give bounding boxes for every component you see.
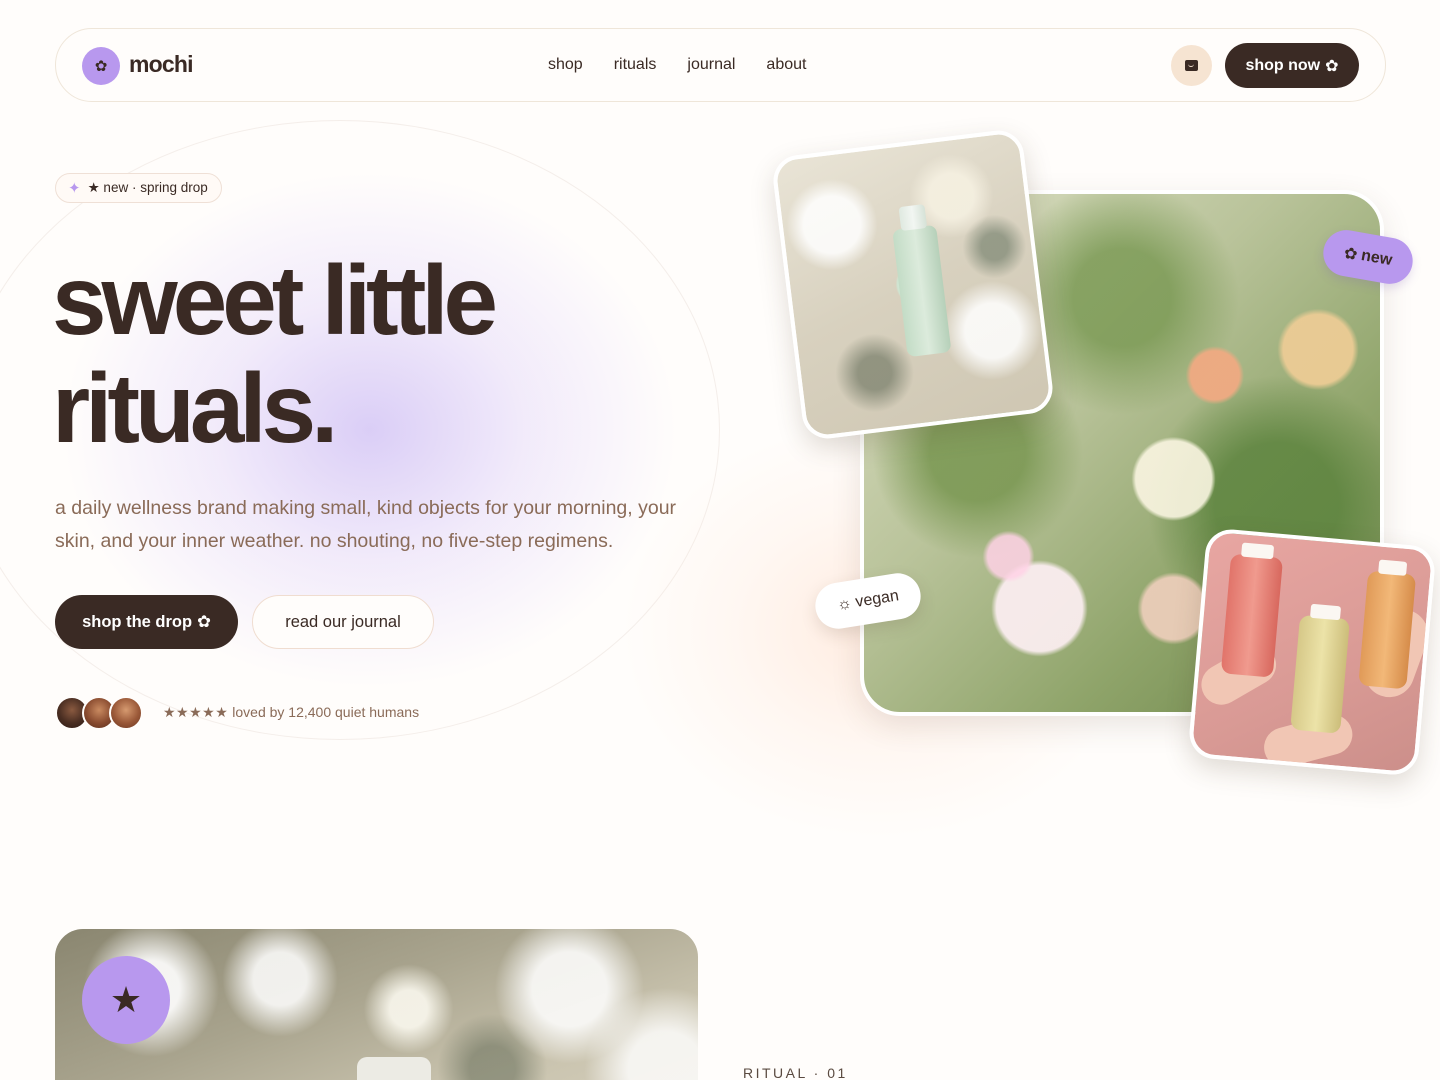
flower-icon: ✿ xyxy=(1325,57,1339,75)
announcement-text: ★ new · spring drop xyxy=(87,180,208,195)
read-journal-button[interactable]: read our journal xyxy=(252,595,434,649)
ritual-label: RITUAL · 01 xyxy=(743,1065,848,1080)
shop-now-button[interactable]: shop now ✿ xyxy=(1225,43,1359,88)
headline-line-1: sweet little xyxy=(52,245,498,355)
brand-logo-text[interactable]: mochi xyxy=(129,51,194,78)
shop-the-drop-button[interactable]: shop the drop ✿ xyxy=(55,595,238,649)
juice-bottle-image xyxy=(1290,614,1351,734)
flower-icon: ✿ xyxy=(197,613,211,631)
bottle-in-flowers-photo xyxy=(770,127,1056,442)
shop-now-label: shop now xyxy=(1245,56,1321,74)
social-proof-text: loved by 12,400 quiet humans xyxy=(232,704,420,720)
star-icon: ★ xyxy=(82,956,170,1044)
vegan-tag-label: vegan xyxy=(854,587,900,611)
new-tag-label: new xyxy=(1359,246,1394,270)
juice-bottles-photo xyxy=(1187,527,1437,777)
hero-headline: sweet little rituals. xyxy=(52,246,692,462)
cart-button[interactable] xyxy=(1171,45,1212,86)
nav-link-shop[interactable]: shop xyxy=(548,56,583,74)
juice-bottle-image xyxy=(1220,553,1284,678)
announcement-pill[interactable]: ✦ ★ new · spring drop xyxy=(55,173,222,203)
headline-line-2: rituals. xyxy=(52,353,338,463)
bottle-image xyxy=(357,1057,431,1080)
shopping-bag-icon xyxy=(1185,60,1198,71)
read-journal-label: read our journal xyxy=(285,612,401,631)
top-navigation: ✿ mochi shop rituals journal about shop … xyxy=(55,28,1386,102)
nav-links: shop rituals journal about xyxy=(548,56,806,74)
nav-link-journal[interactable]: journal xyxy=(687,56,735,74)
shop-the-drop-label: shop the drop xyxy=(82,612,193,631)
flower-icon[interactable]: ✿ xyxy=(82,47,120,85)
sun-icon: ☼ xyxy=(835,594,853,614)
juice-bottle-image xyxy=(1358,570,1417,690)
social-proof: ★★★★★ loved by 12,400 quiet humans xyxy=(163,704,419,721)
sparkle-icon: ✦ xyxy=(68,180,81,197)
customer-avatars xyxy=(55,696,147,730)
rating-stars: ★★★★★ xyxy=(163,704,229,720)
flower-icon: ✿ xyxy=(1342,244,1359,264)
hero-subtitle: a daily wellness brand making small, kin… xyxy=(55,497,677,552)
nav-link-rituals[interactable]: rituals xyxy=(614,56,657,74)
nav-link-about[interactable]: about xyxy=(766,56,806,74)
serum-bottle-image xyxy=(892,224,952,358)
avatar xyxy=(109,696,143,730)
